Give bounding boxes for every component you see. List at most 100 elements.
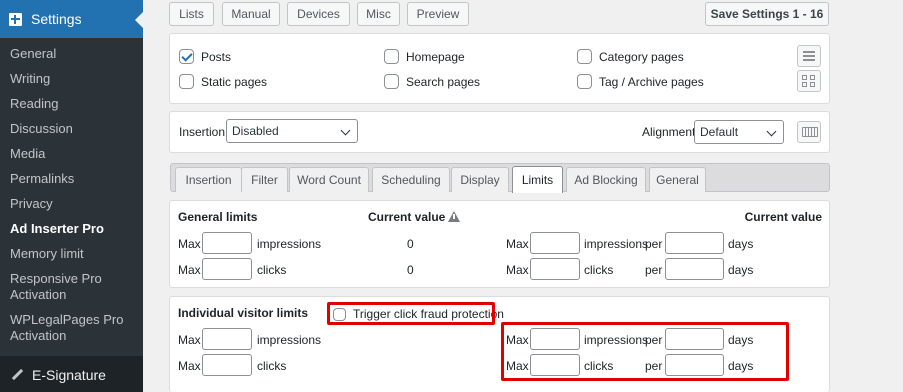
per-label: per — [645, 263, 663, 277]
checkbox-box[interactable] — [384, 74, 399, 89]
general-max-impressions-input[interactable] — [202, 232, 252, 254]
submenu-wplegalpages-pro[interactable]: WPLegalPages Pro Activation — [0, 308, 143, 349]
general-limits-panel: General limits Current value Current val… — [169, 200, 830, 288]
clicks-label: clicks — [257, 263, 287, 277]
impressions-label: impressions — [257, 333, 322, 347]
alignment-select[interactable]: Default — [694, 120, 784, 144]
current-value-right-label: Current value — [744, 210, 822, 224]
submenu-writing[interactable]: Writing — [0, 67, 143, 92]
category-pages-checkbox[interactable]: Category pages — [577, 49, 684, 64]
checkbox-box[interactable] — [179, 49, 194, 64]
submenu-memory-limit[interactable]: Memory limit — [0, 242, 143, 267]
max-label: Max — [178, 237, 201, 251]
search-pages-label: Search pages — [406, 74, 481, 89]
clicks-label: clicks — [584, 263, 614, 277]
visitor-max-clicks-input[interactable] — [202, 354, 252, 376]
preview-button[interactable]: Preview — [407, 2, 469, 26]
misc-button[interactable]: Misc — [357, 2, 400, 26]
checkbox-box[interactable] — [179, 74, 194, 89]
general-max-clicks-input[interactable] — [202, 258, 252, 280]
insertion-panel: Insertion Disabled Alignment Default — [169, 111, 830, 153]
tag-archive-pages-label: Tag / Archive pages — [599, 74, 704, 89]
page-types-panel: Posts Homepage Category pages Static pag… — [169, 33, 830, 104]
tab-filter[interactable]: Filter — [241, 167, 288, 192]
general-impressions-days-input[interactable] — [665, 232, 724, 254]
submenu-privacy[interactable]: Privacy — [0, 192, 143, 217]
posts-checkbox[interactable]: Posts — [179, 49, 231, 64]
warning-icon — [448, 211, 461, 222]
tab-ad-blocking[interactable]: Ad Blocking — [566, 167, 646, 192]
current-value-label: Current value — [368, 210, 461, 224]
submenu-permalinks[interactable]: Permalinks — [0, 167, 143, 192]
search-pages-checkbox[interactable]: Search pages — [384, 74, 480, 89]
posts-label: Posts — [201, 49, 232, 64]
menu-settings-label: Settings — [31, 11, 82, 27]
keyboard-icon — [802, 127, 818, 137]
impressions-label: impressions — [584, 237, 649, 251]
category-pages-label: Category pages — [599, 49, 684, 64]
devices-button[interactable]: Devices — [287, 2, 350, 26]
static-pages-checkbox[interactable]: Static pages — [179, 74, 267, 89]
submenu-reading[interactable]: Reading — [0, 92, 143, 117]
checkbox-box[interactable] — [577, 74, 592, 89]
list-toggle-button[interactable] — [797, 45, 821, 67]
chevron-down-icon — [766, 126, 777, 137]
pen-icon — [11, 369, 23, 381]
general-clicks-days-input[interactable] — [665, 258, 724, 280]
max-label: Max — [506, 237, 529, 251]
tab-scheduling[interactable]: Scheduling — [372, 167, 450, 192]
homepage-label: Homepage — [406, 49, 465, 64]
code-editor-button[interactable] — [797, 121, 821, 143]
max-label: Max — [178, 333, 201, 347]
highlight-trigger-box — [327, 302, 495, 325]
manual-button[interactable]: Manual — [222, 2, 280, 26]
insertion-value: Disabled — [232, 124, 279, 138]
tab-display[interactable]: Display — [451, 167, 509, 192]
visitor-max-impressions-input[interactable] — [202, 328, 252, 350]
settings-icon — [9, 12, 22, 26]
insertion-select[interactable]: Disabled — [226, 119, 358, 143]
visitor-limits-title: Individual visitor limits — [178, 306, 309, 320]
clicks-label: clicks — [257, 359, 287, 373]
grid-icon — [802, 75, 816, 88]
impressions-current-value: 0 — [407, 237, 414, 251]
tab-limits[interactable]: Limits — [512, 166, 563, 193]
menu-settings[interactable]: Settings — [0, 0, 143, 38]
admin-sidebar: Settings General Writing Reading Discuss… — [0, 0, 143, 392]
static-pages-label: Static pages — [201, 74, 268, 89]
tab-word-count[interactable]: Word Count — [289, 167, 369, 192]
max-label: Max — [506, 263, 529, 277]
highlight-visitor-period-box — [501, 322, 789, 381]
settings-submenu: General Writing Reading Discussion Media… — [0, 38, 143, 356]
lists-button[interactable]: Lists — [169, 2, 214, 26]
submenu-responsive-pro[interactable]: Responsive Pro Activation — [0, 267, 143, 308]
alignment-value: Default — [700, 125, 739, 139]
list-icon — [803, 51, 815, 61]
submenu-media[interactable]: Media — [0, 142, 143, 167]
tab-general[interactable]: General — [649, 167, 706, 192]
impressions-label: impressions — [257, 237, 322, 251]
current-menu-arrow — [135, 12, 143, 28]
general-max-clicks-period-input[interactable] — [530, 258, 580, 280]
general-limits-title: General limits — [178, 210, 258, 224]
chevron-down-icon — [340, 125, 351, 136]
checkbox-box[interactable] — [384, 49, 399, 64]
save-settings-button[interactable]: Save Settings 1 - 16 — [705, 2, 829, 26]
menu-e-signature-label: E-Signature — [32, 366, 106, 383]
general-max-impressions-period-input[interactable] — [530, 232, 580, 254]
submenu-discussion[interactable]: Discussion — [0, 117, 143, 142]
submenu-general[interactable]: General — [0, 42, 143, 67]
clicks-current-value: 0 — [407, 263, 414, 277]
checkbox-box[interactable] — [577, 49, 592, 64]
homepage-checkbox[interactable]: Homepage — [384, 49, 465, 64]
insertion-label: Insertion — [179, 125, 226, 139]
alignment-label: Alignment — [642, 125, 696, 139]
menu-e-signature[interactable]: E-Signature — [0, 357, 143, 392]
grid-toggle-button[interactable] — [797, 70, 821, 92]
days-label: days — [728, 263, 754, 277]
tab-insertion[interactable]: Insertion — [175, 167, 242, 192]
settings-tabbar: Insertion Filter Word Count Scheduling D… — [170, 163, 830, 193]
tag-archive-pages-checkbox[interactable]: Tag / Archive pages — [577, 74, 704, 89]
submenu-ad-inserter-pro[interactable]: Ad Inserter Pro — [0, 217, 143, 242]
days-label: days — [728, 237, 754, 251]
